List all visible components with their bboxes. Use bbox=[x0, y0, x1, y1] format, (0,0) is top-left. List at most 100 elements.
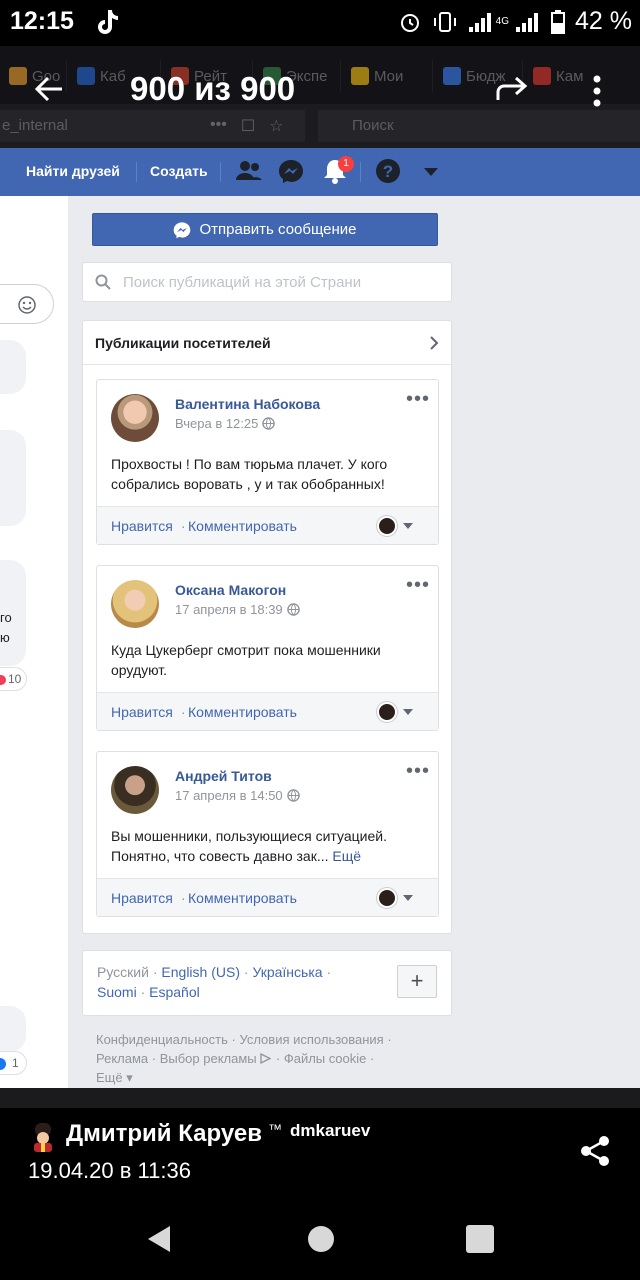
status-time: 12:15 bbox=[10, 7, 74, 35]
send-message-button[interactable]: Отправить сообщение bbox=[92, 213, 438, 246]
tiktok-icon bbox=[98, 10, 118, 34]
see-more-link[interactable]: Ещё bbox=[332, 848, 361, 864]
help-icon[interactable]: ? bbox=[375, 158, 401, 184]
post-timestamp[interactable]: Вчера в 12:25 bbox=[175, 416, 276, 431]
post-text: Вы мошенники, пользующиеся ситуацией. По… bbox=[111, 828, 387, 864]
avatar[interactable] bbox=[111, 394, 159, 442]
footer-link[interactable]: Реклама bbox=[96, 1051, 148, 1066]
like-dot-icon bbox=[0, 1057, 6, 1070]
post-actions: Нравится · Комментировать bbox=[97, 878, 438, 916]
visitor-posts-header[interactable]: Публикации посетителей bbox=[83, 321, 451, 365]
chevron-right-icon[interactable] bbox=[429, 335, 439, 351]
network-type: 4G bbox=[495, 16, 510, 27]
comment-link[interactable]: Комментировать bbox=[188, 890, 297, 906]
caret-down-icon[interactable] bbox=[403, 523, 413, 529]
column-gutter bbox=[68, 196, 82, 1108]
comment-link[interactable]: Комментировать bbox=[188, 704, 297, 720]
avatar[interactable] bbox=[111, 766, 159, 814]
search-placeholder: Поиск публикаций на этой Страни bbox=[123, 274, 362, 291]
poster-name[interactable]: Дмитрий Каруев bbox=[66, 1120, 262, 1148]
poster-info: Дмитрий Каруев ™ dmkaruev 19.04.20 в 11:… bbox=[0, 1108, 640, 1200]
vibrate-icon bbox=[433, 11, 456, 32]
page-posts-search-input[interactable]: Поиск публикаций на этой Страни bbox=[82, 262, 452, 302]
nav-divider bbox=[220, 162, 221, 182]
language-selector-card: Русский · English (US) · Українська · Su… bbox=[82, 950, 452, 1016]
avatar[interactable] bbox=[111, 580, 159, 628]
forward-icon[interactable] bbox=[494, 74, 530, 104]
reaction-count-fragment: 1 bbox=[0, 1052, 26, 1074]
post-author[interactable]: Валентина Набокова bbox=[175, 396, 320, 412]
footer-link[interactable]: Файлы cookie bbox=[284, 1051, 367, 1066]
nav-recents-icon[interactable] bbox=[466, 1225, 494, 1253]
nav-back-icon[interactable] bbox=[146, 1224, 172, 1254]
adchoices-icon bbox=[260, 1052, 272, 1065]
post-actions: Нравится · Комментировать bbox=[97, 692, 438, 730]
share-icon[interactable] bbox=[578, 1134, 612, 1168]
alarm-icon bbox=[400, 13, 419, 32]
language-option[interactable]: English (US) bbox=[161, 964, 240, 980]
post-timestamp[interactable]: 17 апреля в 14:50 bbox=[175, 788, 300, 803]
post-fragment bbox=[0, 1006, 26, 1052]
add-language-button[interactable]: + bbox=[397, 965, 437, 998]
post-fragment bbox=[0, 430, 26, 526]
post-author[interactable]: Оксана Макогон bbox=[175, 582, 286, 598]
footer-links: Конфиденциальность · Условия использован… bbox=[96, 1032, 392, 1085]
visitor-posts-card: Публикации посетителей Валентина Набоков… bbox=[82, 320, 452, 934]
nav-divider bbox=[360, 162, 361, 182]
composer-fragment bbox=[0, 284, 54, 324]
language-line: Suomi · Español bbox=[97, 984, 200, 1000]
current-language: Русский bbox=[97, 964, 149, 980]
globe-icon bbox=[286, 789, 300, 802]
commenter-avatar[interactable] bbox=[377, 888, 397, 908]
nav-home-icon[interactable] bbox=[308, 1226, 334, 1252]
comment-link[interactable]: Комментировать bbox=[188, 518, 297, 534]
back-arrow-icon[interactable] bbox=[32, 72, 66, 106]
post-date: 19.04.20 в 11:36 bbox=[28, 1158, 191, 1183]
post-options-icon[interactable]: ••• bbox=[406, 761, 430, 781]
post-actions: Нравится · Комментировать bbox=[97, 506, 438, 544]
friends-icon[interactable] bbox=[236, 158, 262, 184]
like-link[interactable]: Нравится bbox=[111, 890, 173, 906]
account-menu-caret-icon[interactable] bbox=[424, 168, 438, 177]
caret-down-icon[interactable] bbox=[403, 895, 413, 901]
language-line: Русский · English (US) · Українська · bbox=[97, 964, 332, 980]
language-option[interactable]: Español bbox=[149, 984, 200, 1000]
visitor-posts-title: Публикации посетителей bbox=[95, 335, 271, 351]
commenter-avatar[interactable] bbox=[377, 702, 397, 722]
footer-link[interactable]: Ещё bbox=[96, 1070, 123, 1085]
battery-level: 42 % bbox=[575, 7, 632, 35]
footer-link[interactable]: Конфиденциальность bbox=[96, 1032, 228, 1047]
notification-badge: 1 bbox=[338, 156, 354, 172]
battery-icon bbox=[551, 9, 566, 34]
language-option[interactable]: Suomi bbox=[97, 984, 137, 1000]
create-link[interactable]: Создать bbox=[150, 163, 208, 179]
more-vert-icon[interactable] bbox=[591, 74, 603, 108]
nav-divider bbox=[136, 162, 137, 182]
find-friends-link[interactable]: Найти друзей bbox=[26, 163, 120, 179]
globe-icon bbox=[286, 603, 300, 616]
like-link[interactable]: Нравится bbox=[111, 518, 173, 534]
sticker-icon[interactable] bbox=[17, 295, 37, 315]
messenger-icon[interactable] bbox=[278, 158, 304, 184]
post-timestamp[interactable]: 17 апреля в 18:39 bbox=[175, 602, 300, 617]
commenter-avatar[interactable] bbox=[377, 516, 397, 536]
visitor-post: Валентина Набокова Вчера в 12:25 ••• Про… bbox=[96, 379, 439, 545]
post-text: Куда Цукерберг смотрит пока мошенники ор… bbox=[111, 642, 381, 678]
post-options-icon[interactable]: ••• bbox=[406, 389, 430, 409]
footer-link[interactable]: Условия использования bbox=[239, 1032, 383, 1047]
footer-link[interactable]: Выбор рекламы bbox=[160, 1051, 257, 1066]
svg-text:?: ? bbox=[383, 162, 393, 181]
action-separator: · bbox=[181, 890, 186, 906]
trademark-mark: ™ bbox=[268, 1121, 282, 1137]
guard-emoji-icon bbox=[34, 1123, 52, 1152]
language-option[interactable]: Українська bbox=[252, 964, 322, 980]
post-options-icon[interactable]: ••• bbox=[406, 575, 430, 595]
reaction-dot-icon bbox=[0, 674, 6, 685]
like-link[interactable]: Нравится bbox=[111, 704, 173, 720]
visitor-post: Оксана Макогон 17 апреля в 18:39 ••• Куд… bbox=[96, 565, 439, 731]
poster-username[interactable]: dmkaruev bbox=[290, 1121, 370, 1141]
post-author[interactable]: Андрей Титов bbox=[175, 768, 272, 784]
image-viewer-toolbar: 900 из 900 bbox=[0, 46, 640, 148]
caret-down-icon[interactable] bbox=[403, 709, 413, 715]
signal-2-icon bbox=[516, 12, 539, 32]
